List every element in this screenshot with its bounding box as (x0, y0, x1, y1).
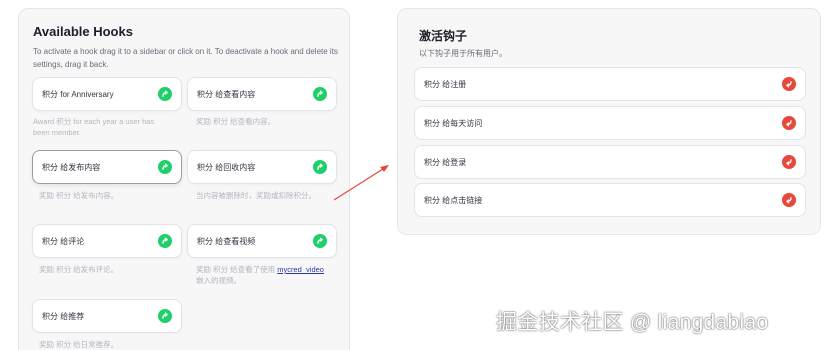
active-hooks-panel: 激活钩子 以下钩子用于所有用户。 积分 给注册 积分 给每天访问 积分 给登录 … (397, 8, 821, 235)
mycred-video-link[interactable]: mycred_video (277, 265, 324, 274)
hook-description: 奖励 积分 给发布评论。 (39, 264, 189, 275)
hook-label: 积分 给回收内容 (197, 162, 256, 172)
active-hook-registration[interactable]: 积分 给注册 (414, 67, 806, 101)
hook-card-comment[interactable]: 积分 给评论 (32, 224, 182, 258)
watermark: 掘金技术社区 @ liangdabiao (496, 311, 769, 334)
hook-description-line: 奖励 积分 给发布内容。 (39, 191, 119, 200)
hook-description-line: 当内容被删除时，奖励或扣除积分。 (196, 191, 316, 200)
active-hook-login[interactable]: 积分 给登录 (414, 145, 806, 179)
drag-direction-arrow (333, 165, 389, 201)
add-arrow-icon[interactable] (313, 234, 327, 248)
hook-description-line: Award 积分 for each year a user has (33, 117, 155, 126)
hook-label: 积分 给发布内容 (42, 162, 101, 172)
add-arrow-icon[interactable] (158, 309, 172, 323)
hook-description: 当内容被删除时，奖励或扣除积分。 (196, 190, 346, 201)
add-arrow-icon[interactable] (158, 234, 172, 248)
hook-description-line: 奖励 积分 给发布评论。 (39, 265, 119, 274)
active-hook-click-link[interactable]: 积分 给点击链接 (414, 183, 806, 217)
hook-card-trash-content[interactable]: 积分 给回收内容 (187, 150, 337, 184)
hook-card-view-video[interactable]: 积分 给查看视频 (187, 224, 337, 258)
hook-label: 积分 给评论 (42, 236, 85, 246)
active-hook-daily-visit[interactable]: 积分 给每天访问 (414, 106, 806, 140)
hook-description: Award 积分 for each year a user has been m… (33, 116, 183, 138)
hook-description: 奖励 积分 给日常推荐。 (39, 339, 189, 350)
hook-description-line: 奖励 积分 给查看了使用 mycred_video (196, 264, 346, 275)
add-arrow-icon[interactable] (158, 160, 172, 174)
hook-label: 积分 给查看视频 (197, 236, 256, 246)
active-hooks-title: 激活钩子 (419, 29, 468, 43)
available-hooks-title: Available Hooks (33, 24, 133, 39)
remove-arrow-icon[interactable] (782, 193, 796, 207)
available-hooks-panel: Available Hooks To activate a hook drag … (18, 8, 350, 350)
hook-description-line: 奖励 积分 给查看内容。 (196, 117, 276, 126)
hook-card-publish-content[interactable]: 积分 给发布内容 (32, 150, 182, 184)
available-hooks-description: To activate a hook drag it to a sidebar … (33, 47, 338, 69)
add-arrow-icon[interactable] (158, 87, 172, 101)
hook-card-view-content[interactable]: 积分 给查看内容 (187, 77, 337, 111)
hook-label: 积分 给每天访问 (424, 118, 483, 128)
remove-arrow-icon[interactable] (782, 116, 796, 130)
hook-description-text: 奖励 积分 给查看了使用 (196, 265, 278, 274)
add-arrow-icon[interactable] (313, 160, 327, 174)
hook-label: 积分 给推荐 (42, 311, 85, 321)
hook-label: 积分 给点击链接 (424, 195, 483, 205)
hook-description-line: been member. (33, 128, 81, 137)
hook-description-line: 嵌入的视频。 (196, 276, 241, 285)
hook-card-anniversary[interactable]: 积分 for Anniversary (32, 77, 182, 111)
hook-card-referral[interactable]: 积分 给推荐 (32, 299, 182, 333)
hook-label: 积分 for Anniversary (42, 89, 114, 99)
hook-label: 积分 给查看内容 (197, 89, 256, 99)
hook-description: 奖励 积分 给查看了使用 mycred_video 嵌入的视频。 (196, 264, 346, 286)
hook-description: 奖励 积分 给发布内容。 (39, 190, 189, 201)
remove-arrow-icon[interactable] (782, 77, 796, 91)
hook-label: 积分 给登录 (424, 157, 467, 167)
remove-arrow-icon[interactable] (782, 155, 796, 169)
hook-description-line: 奖励 积分 给日常推荐。 (39, 340, 119, 349)
add-arrow-icon[interactable] (313, 87, 327, 101)
hook-label: 积分 给注册 (424, 79, 467, 89)
hook-description: 奖励 积分 给查看内容。 (196, 116, 346, 127)
active-hooks-description: 以下钩子用于所有用户。 (419, 49, 507, 58)
